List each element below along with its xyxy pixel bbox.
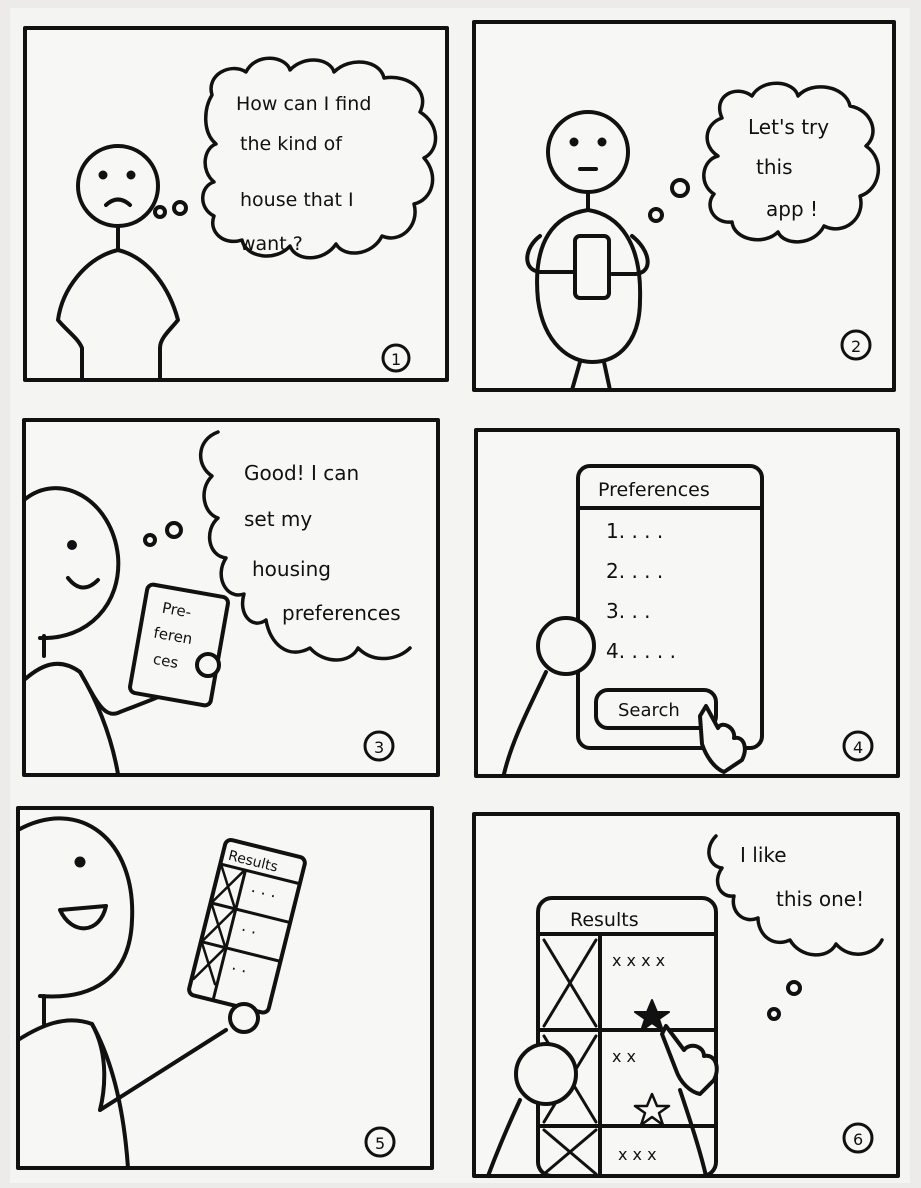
panel-4-screen-title: Preferences: [598, 479, 710, 501]
panel-6-row-2-marks: x x: [612, 1047, 636, 1066]
panel-1-speech-line-4: want ?: [240, 233, 303, 255]
panel-6-row-1-marks: x x x x: [612, 951, 665, 970]
panel-3-speech-line-4: preferences: [282, 601, 401, 625]
panel-2-speech-line-3: app !: [766, 197, 818, 221]
panel-3-eye: [67, 540, 77, 550]
panel-5-number: 5: [375, 1134, 385, 1153]
panel-2-phone: [573, 234, 611, 300]
panel-1-eye-left: [98, 170, 108, 180]
panel-3-number: 3: [374, 738, 384, 757]
panel-1-speech-line-1: How can I find: [236, 93, 371, 115]
panel-6-screen-title: Results: [570, 909, 639, 931]
panel-3-speech-line-1: Good! I can: [244, 461, 359, 485]
panel-4-list-item-3: 3. . .: [606, 599, 651, 623]
panel-3: [22, 418, 440, 777]
panel-2-speech-line-1: Let's try: [748, 115, 829, 139]
panel-3-speech-line-2: set my: [244, 507, 312, 531]
storyboard-sheet: How can I find the kind of house that I …: [0, 0, 921, 1188]
panel-6-speech-line-2: this one!: [776, 887, 864, 911]
panel-6-speech-line-1: I like: [740, 843, 787, 867]
panel-5: [16, 806, 434, 1170]
panel-5-eye: [74, 856, 86, 868]
panel-4-number: 4: [853, 738, 863, 757]
panel-2-speech-line-2: this: [756, 155, 793, 179]
panel-3-speech-line-3: housing: [252, 557, 331, 581]
panel-5-hand: [228, 1002, 260, 1034]
storyboard-drawing: How can I find the kind of house that I …: [0, 0, 921, 1188]
panel-1-number: 1: [391, 350, 401, 369]
panel-6-row-3-marks: x x x: [618, 1145, 657, 1164]
panel-4-list-item-2: 2. . . .: [606, 559, 663, 583]
panel-2-number: 2: [851, 337, 861, 356]
panel-6-hand-circle: [514, 1042, 578, 1106]
panel-1-frame: [23, 26, 449, 382]
panel-6-number: 6: [853, 1130, 863, 1149]
panel-4-list-item-1: 1. . . .: [606, 519, 663, 543]
panel-1: [23, 26, 449, 382]
panel-4-hand-circle: [536, 616, 596, 676]
panel-6: [472, 812, 900, 1178]
panel-2-eye-left: [569, 137, 579, 147]
panel-4-search-button-label: Search: [618, 700, 680, 721]
panel-3-hand: [195, 652, 221, 678]
panel-3-frame: [22, 418, 440, 777]
panel-2-frame: [472, 20, 896, 392]
panel-2-eye-right: [597, 137, 607, 147]
panel-4-list-item-4: 4. . . . .: [606, 639, 676, 663]
panel-1-speech-line-3: house that I: [240, 189, 354, 211]
panel-1-eye-right: [126, 170, 136, 180]
panel-1-speech-line-2: the kind of: [240, 133, 343, 155]
panel-2: [472, 20, 896, 392]
